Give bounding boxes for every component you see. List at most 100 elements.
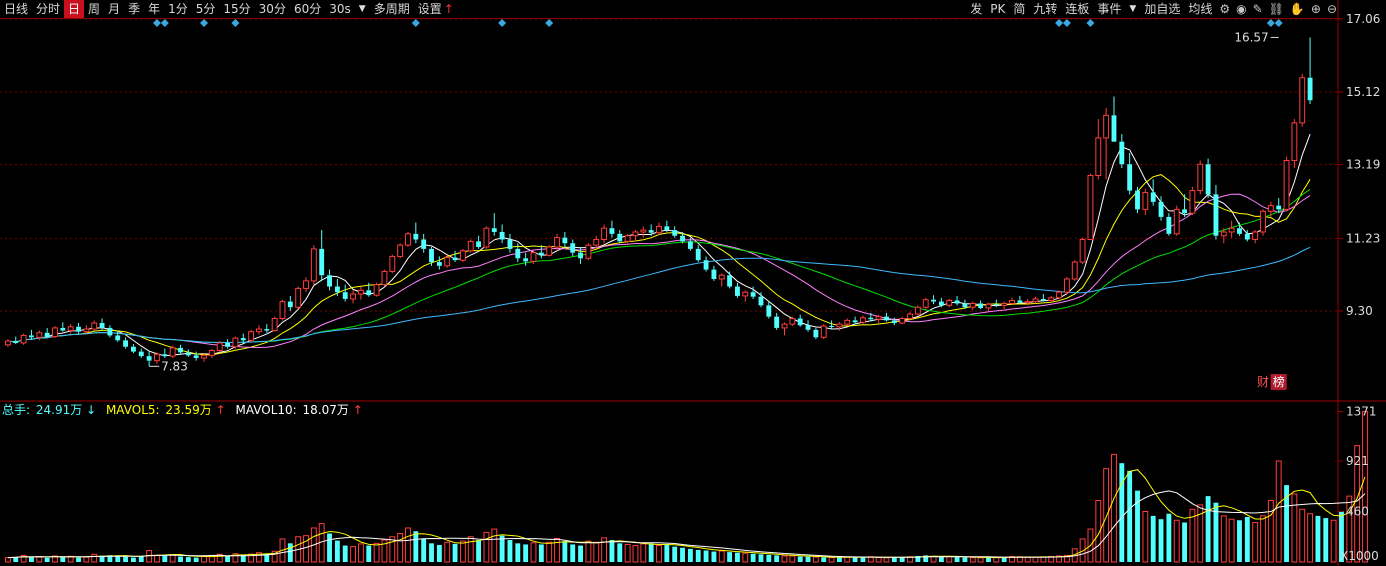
candle-body [20,334,27,344]
volume-bar [1307,513,1314,563]
event-diamond[interactable] [1274,19,1283,27]
volume-bar [491,528,498,563]
event-diamond[interactable] [1062,19,1071,27]
candle-body [1087,175,1094,240]
event-diamond[interactable] [1266,19,1275,27]
volume-bar [1119,463,1125,562]
event-markers[interactable] [152,19,1283,27]
candle-body [1228,227,1235,233]
candle-body [978,303,984,308]
candle [656,222,662,235]
candle-body [67,326,74,332]
event-badge[interactable]: 财 [1255,374,1272,390]
candle-body [459,250,466,261]
volume-bar [515,543,521,562]
candle-body [1244,233,1250,240]
candle-body [83,328,90,333]
volume-bar [499,535,505,562]
volume-bar [977,557,984,563]
volume-bar [538,544,544,562]
candle-body [279,301,286,320]
event-diamond[interactable] [152,19,161,27]
candle [279,299,286,321]
candle [774,312,780,330]
volume-bar [875,557,882,563]
candle-body [303,280,309,289]
price-tick-label: 15.12 [1346,85,1380,99]
volume-bar [986,557,991,562]
candle-body [1056,291,1062,299]
volume-bar [969,557,976,563]
volume-bar [459,540,466,563]
volume-bar [617,543,623,562]
candle-body [742,291,749,297]
candle-body [609,228,615,234]
candle [1063,277,1070,295]
event-diamond[interactable] [160,19,169,27]
candle [1182,194,1188,217]
volume-bar [169,554,176,563]
candle-body [162,354,168,357]
candle-body [946,299,953,306]
candle [969,301,976,311]
volume-bar [507,540,513,562]
candle [310,245,317,285]
candle [1032,296,1039,304]
candle [4,339,11,347]
candle-body [766,305,772,317]
candle-body [585,244,592,259]
candle [499,224,505,244]
candle-body [601,227,608,240]
volume-bar [735,552,740,562]
volume-bar [585,540,592,563]
volume-bar [656,545,662,563]
candle [319,230,325,281]
candle [609,220,615,238]
candle-body [76,326,81,332]
candle [820,324,827,340]
candle-body [319,248,325,276]
volume-bar [327,533,332,562]
event-badge[interactable]: 榜 [1270,374,1287,390]
candle-body [4,340,11,346]
mavol5-arrow: ↑ [216,403,226,417]
candle [1299,73,1306,127]
low-price-label: 7.83 [161,359,188,373]
candle [444,255,451,268]
candle-body [1291,122,1298,161]
volume-bar [201,555,207,563]
event-diamond[interactable] [1086,19,1095,27]
candle [397,243,404,259]
candle-body [1032,298,1039,303]
candle-body [1182,209,1188,214]
candle-body [154,353,160,362]
volume-tick-label: 1371 [1346,404,1377,418]
volume-bar [366,545,372,562]
candle-body [656,225,662,234]
total-volume-arrow: ↓ [86,403,96,417]
candle-body [13,341,19,343]
event-diamond[interactable] [498,19,507,27]
candle-body [216,342,223,351]
candle-body [499,231,505,240]
volume-bar [60,556,66,562]
candle [107,325,113,338]
candle [1111,96,1117,142]
event-diamond[interactable] [545,19,554,27]
candle-body [954,300,960,304]
candle [185,349,191,357]
kline-chart[interactable]: 17.06 15.12 13.19 11.23 9.30 7.83 16.57 财榜 137… [0,0,1386,566]
price-tick-label: 9.30 [1346,304,1373,318]
event-diamond[interactable] [1055,19,1064,27]
candle-body [530,252,537,262]
candle-body [405,233,411,246]
candle-body [985,303,992,309]
volume-bar [836,557,842,562]
event-diamond[interactable] [200,19,209,27]
event-diamond[interactable] [411,19,420,27]
volume-bar [185,557,191,562]
volume-bar [523,544,529,562]
candle [1228,220,1235,238]
event-diamond[interactable] [231,19,240,27]
volume-bar [695,549,701,562]
